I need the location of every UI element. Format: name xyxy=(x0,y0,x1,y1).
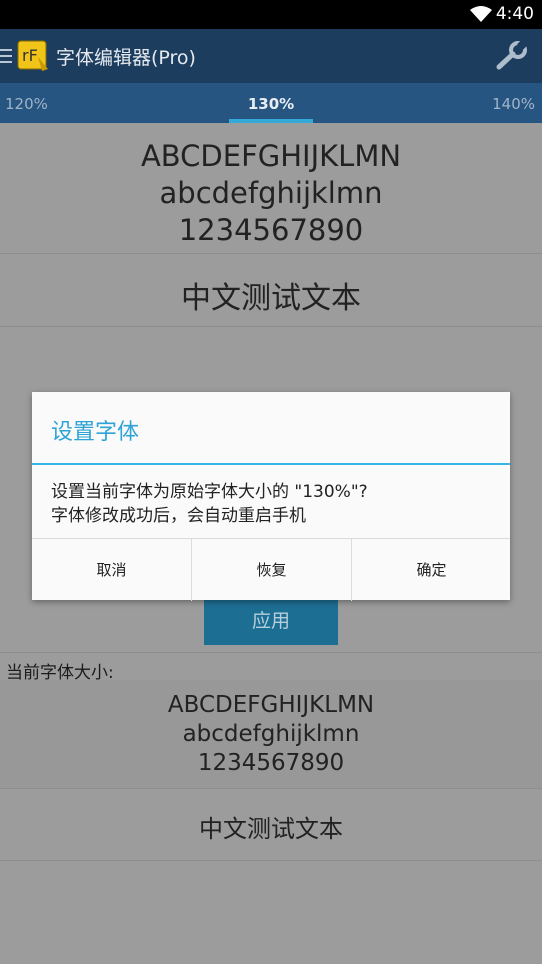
status-bar: 4:40 xyxy=(0,0,542,29)
wrench-icon[interactable] xyxy=(496,41,528,71)
current-latin-text: ABCDEFGHIJKLMN abcdefghijklmn 1234567890 xyxy=(0,691,542,778)
preview-digits: 1234567890 xyxy=(178,213,364,247)
cancel-button[interactable]: 取消 xyxy=(32,539,191,601)
divider xyxy=(0,253,542,254)
preview-lowercase: abcdefghijklmn xyxy=(159,176,383,210)
dialog-message: 设置当前字体为原始字体大小的 "130%"? 字体修改成功后，会自动重启手机 xyxy=(51,480,368,528)
dialog-message-line2: 字体修改成功后，会自动重启手机 xyxy=(51,506,306,526)
preview-uppercase: ABCDEFGHIJKLMN xyxy=(140,139,402,173)
dialog-title: 设置字体 xyxy=(51,420,140,445)
size-tabs: 120% 130% 140% xyxy=(0,83,542,123)
current-digits: 1234567890 xyxy=(197,750,345,776)
tab-140[interactable]: 140% xyxy=(492,95,535,113)
divider xyxy=(0,326,542,327)
action-bar: rF 字体编辑器(Pro) xyxy=(0,29,542,83)
dialog-message-line1: 设置当前字体为原始字体大小的 "130%"? xyxy=(51,482,368,502)
dialog-title-divider xyxy=(32,463,510,465)
confirm-button[interactable]: 确定 xyxy=(351,539,511,601)
status-time: 4:40 xyxy=(495,4,534,24)
set-font-dialog: 设置字体 设置当前字体为原始字体大小的 "130%"? 字体修改成功后，会自动重… xyxy=(32,392,510,601)
divider xyxy=(0,652,542,653)
divider xyxy=(0,860,542,861)
dialog-button-bar: 取消 恢复 确定 xyxy=(32,538,510,601)
divider xyxy=(0,788,542,789)
preview-chinese: 中文测试文本 xyxy=(181,281,361,316)
preview-latin-text: ABCDEFGHIJKLMN abcdefghijklmn 1234567890 xyxy=(0,138,542,249)
current-lowercase: abcdefghijklmn xyxy=(182,721,360,747)
app-title: 字体编辑器(Pro) xyxy=(56,47,196,69)
tab-130[interactable]: 130% xyxy=(0,95,542,113)
apply-button[interactable]: 应用 xyxy=(204,598,338,645)
menu-icon[interactable] xyxy=(0,49,12,63)
wifi-icon xyxy=(470,6,492,22)
restore-button[interactable]: 恢复 xyxy=(191,539,351,601)
svg-text:rF: rF xyxy=(22,46,38,65)
current-uppercase: ABCDEFGHIJKLMN xyxy=(167,692,375,718)
current-chinese: 中文测试文本 xyxy=(199,815,343,843)
app-logo-icon[interactable]: rF xyxy=(14,39,50,73)
